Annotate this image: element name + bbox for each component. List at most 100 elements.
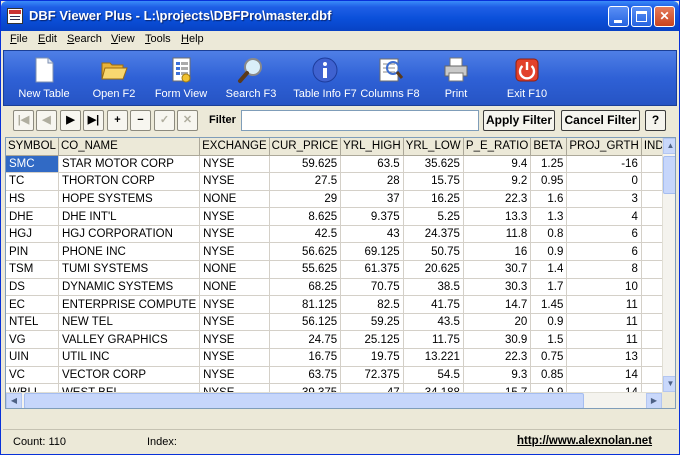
filter-input[interactable] [241,110,479,131]
table-cell[interactable]: 11 [566,295,642,314]
table-cell[interactable]: 1.7 [530,278,568,297]
column-header[interactable]: SYMBOL [6,138,59,156]
table-cell[interactable]: NYSE [199,313,270,332]
table-cell[interactable]: 15.75 [403,172,464,191]
table-cell[interactable]: 68.25 [269,278,342,297]
new-table-button[interactable]: New Table [10,53,78,105]
table-cell[interactable]: 9.3 [463,366,532,385]
table-cell[interactable]: 4 [566,207,642,226]
table-cell[interactable]: HOPE SYSTEMS [58,190,201,209]
table-cell[interactable]: 29 [269,190,342,209]
next-record-button[interactable]: ▶ [60,110,81,131]
table-cell[interactable]: 16.75 [269,348,342,367]
table-cell[interactable]: 50.75 [403,242,464,262]
scroll-right-icon[interactable]: ▶ [646,393,662,408]
table-cell[interactable]: VG [6,330,59,350]
table-cell[interactable]: VECTOR CORP [58,366,201,385]
table-cell[interactable]: NYSE [199,330,270,350]
table-cell[interactable]: 1.6 [530,190,568,209]
table-cell[interactable]: 1.25 [530,155,568,174]
columns-button[interactable]: Columns F8 [356,53,424,105]
table-cell[interactable]: 13.3 [463,207,532,226]
table-cell[interactable]: 61.375 [340,260,404,279]
table-cell[interactable]: 1.4 [530,260,568,279]
table-cell[interactable]: 43 [340,225,404,244]
table-cell[interactable]: 27.5 [269,172,342,191]
exit-button[interactable]: Exit F10 [498,53,556,105]
vertical-scroll-thumb[interactable] [663,156,675,194]
table-row[interactable]: NTEL NEW TEL NYSE 56.125 59.25 43.5 20 0.9 11 [6,313,675,332]
table-cell[interactable]: UTIL INC [58,348,201,367]
table-row[interactable]: VG VALLEY GRAPHICS NYSE 24.75 25.125 11.75 30.… [6,330,675,350]
close-button[interactable]: ✕ [654,6,675,27]
prev-record-button[interactable]: ◀ [36,110,57,131]
table-cell[interactable]: NONE [199,260,270,279]
column-header[interactable]: YRL_HIGH [340,138,404,156]
table-cell[interactable]: 11.75 [403,330,464,350]
column-header[interactable]: BETA [530,138,568,156]
table-cell[interactable]: NYSE [199,242,270,262]
add-record-button[interactable]: + [107,110,128,131]
table-cell[interactable]: 28 [340,172,404,191]
horizontal-scroll-thumb[interactable] [24,393,584,408]
table-cell[interactable]: 41.75 [403,295,464,314]
print-button[interactable]: Print [434,53,478,105]
table-cell[interactable]: 30.7 [463,260,532,279]
table-cell[interactable]: DYNAMIC SYSTEMS [58,278,201,297]
table-cell[interactable]: 24.75 [269,330,342,350]
table-cell[interactable]: 0.85 [530,366,568,385]
table-cell[interactable]: 82.5 [340,295,404,314]
menu-search[interactable]: Search [67,33,102,45]
table-cell[interactable]: 13 [566,348,642,367]
table-cell[interactable]: 16 [463,242,532,262]
table-cell[interactable]: NYSE [199,172,270,191]
table-row[interactable]: DHE DHE INT'L NYSE 8.625 9.375 5.25 13.3 1.3 4 [6,207,675,226]
table-row[interactable]: PIN PHONE INC NYSE 56.625 69.125 50.75 16 0.9 6 [6,242,675,262]
table-cell[interactable]: 14.7 [463,295,532,314]
search-button[interactable]: Search F3 [218,53,284,105]
scroll-up-icon[interactable]: ▲ [663,138,675,154]
table-cell[interactable]: 42.5 [269,225,342,244]
table-cell[interactable]: 0.75 [530,348,568,367]
table-cell[interactable]: 35.625 [403,155,464,174]
table-cell[interactable]: 0.8 [530,225,568,244]
table-cell[interactable]: 8.625 [269,207,342,226]
column-header[interactable]: YRL_LOW [403,138,464,156]
table-cell[interactable]: 14 [566,366,642,385]
open-button[interactable]: Open F2 [82,53,146,105]
column-header[interactable]: CO_NAME [58,138,201,156]
table-cell[interactable]: HGJ CORPORATION [58,225,201,244]
table-cell[interactable]: 69.125 [340,242,404,262]
table-cell[interactable]: 10 [566,278,642,297]
column-header[interactable]: EXCHANGE [199,138,270,156]
table-cell[interactable]: TUMI SYSTEMS [58,260,201,279]
table-cell[interactable]: NTEL [6,313,59,332]
title-bar[interactable]: DBF Viewer Plus - L:\projects\DBFPro\mas… [1,1,679,31]
table-cell[interactable]: NONE [199,190,270,209]
table-cell[interactable]: 16.25 [403,190,464,209]
table-cell[interactable]: NYSE [199,207,270,226]
form-view-button[interactable]: Form View [150,53,212,105]
table-cell[interactable]: SMC [6,155,59,174]
table-cell[interactable]: NEW TEL [58,313,201,332]
apply-filter-button[interactable]: Apply Filter [483,110,555,131]
table-cell[interactable]: 13.221 [403,348,464,367]
table-cell[interactable]: PIN [6,242,59,262]
menu-view[interactable]: View [111,33,135,45]
table-cell[interactable]: 59.25 [340,313,404,332]
table-cell[interactable]: PHONE INC [58,242,201,262]
scroll-left-icon[interactable]: ◀ [6,393,22,408]
table-cell[interactable]: VC [6,366,59,385]
table-cell[interactable]: NYSE [199,225,270,244]
table-cell[interactable]: 81.125 [269,295,342,314]
table-info-button[interactable]: Table Info F7 [286,53,364,105]
table-cell[interactable]: DS [6,278,59,297]
menu-tools[interactable]: Tools [145,33,171,45]
delete-record-button[interactable]: − [130,110,151,131]
table-cell[interactable]: THORTON CORP [58,172,201,191]
table-cell[interactable]: 8 [566,260,642,279]
table-cell[interactable]: 70.75 [340,278,404,297]
menu-edit[interactable]: Edit [38,33,57,45]
menu-help[interactable]: Help [181,33,204,45]
table-cell[interactable]: 6 [566,242,642,262]
